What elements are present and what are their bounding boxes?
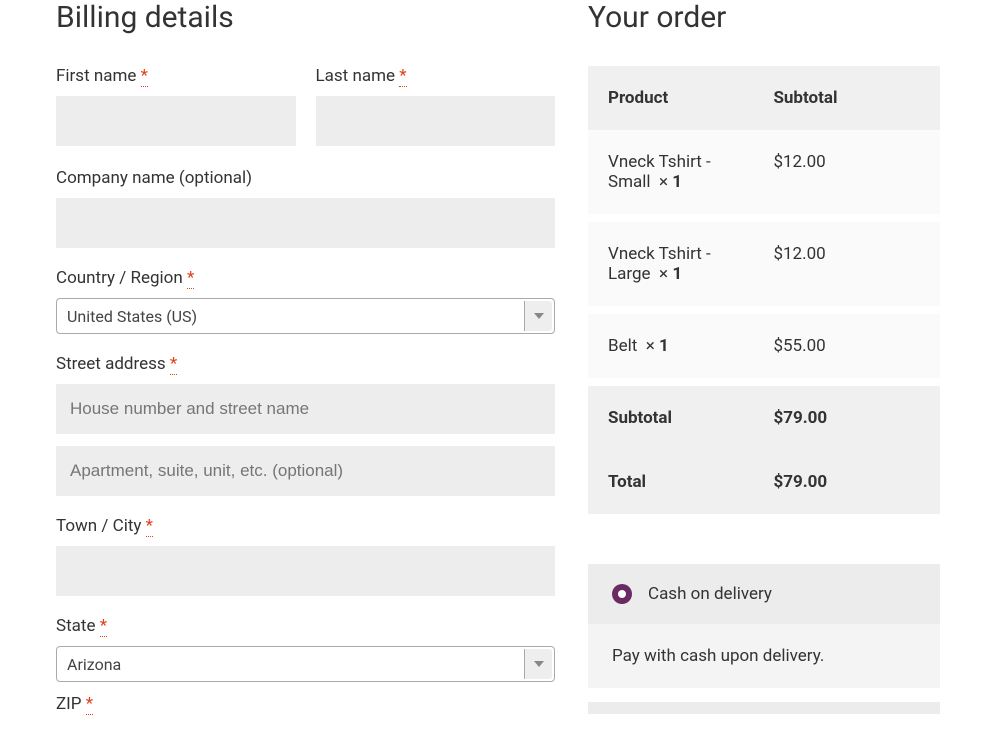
order-row: Belt × 1 $55.00: [588, 310, 940, 382]
last-name-label: Last name *: [316, 66, 556, 86]
total-value: $79.00: [753, 450, 940, 514]
zip-field: ZIP *: [56, 694, 555, 724]
col-product: Product: [588, 66, 753, 130]
subtotal-value: $79.00: [753, 382, 940, 450]
company-label: Company name (optional): [56, 168, 555, 188]
payment-description: Pay with cash upon delivery.: [588, 624, 940, 688]
payment-option-label: Cash on delivery: [648, 584, 772, 604]
required-mark: *: [141, 66, 148, 87]
last-name-field: Last name *: [316, 66, 556, 146]
subtotal-row: Subtotal $79.00: [588, 382, 940, 450]
city-label: Town / City *: [56, 516, 555, 536]
item-price: $12.00: [753, 130, 940, 218]
order-heading: Your order: [588, 0, 940, 36]
state-value: Arizona: [67, 655, 121, 674]
street-label: Street address *: [56, 354, 555, 374]
city-field: Town / City *: [56, 516, 555, 596]
street-input-2[interactable]: [56, 446, 555, 496]
street-field: Street address *: [56, 354, 555, 434]
order-table: Product Subtotal Vneck Tshirt - Small × …: [588, 66, 940, 514]
billing-heading: Billing details: [56, 0, 555, 36]
required-mark: *: [399, 66, 406, 87]
payment-section: Cash on delivery Pay with cash upon deli…: [588, 564, 940, 714]
payment-option-cod[interactable]: Cash on delivery: [588, 564, 940, 624]
first-name-input[interactable]: [56, 96, 296, 146]
total-label: Total: [588, 450, 753, 514]
item-qty: × 1: [655, 172, 682, 192]
total-row: Total $79.00: [588, 450, 940, 514]
required-mark: *: [170, 354, 177, 375]
required-mark: *: [146, 516, 153, 537]
country-field: Country / Region * United States (US): [56, 268, 555, 334]
required-mark: *: [100, 616, 107, 637]
street-input-1[interactable]: [56, 384, 555, 434]
subtotal-label: Subtotal: [588, 382, 753, 450]
state-label: State *: [56, 616, 555, 636]
item-qty: × 1: [642, 336, 669, 356]
zip-label: ZIP *: [56, 694, 555, 714]
country-select[interactable]: United States (US): [56, 298, 555, 334]
item-price: $55.00: [753, 310, 940, 382]
radio-selected-icon: [612, 584, 632, 604]
company-input[interactable]: [56, 198, 555, 248]
order-row: Vneck Tshirt - Small × 1 $12.00: [588, 130, 940, 218]
required-mark: *: [187, 268, 194, 289]
city-input[interactable]: [56, 546, 555, 596]
last-name-input[interactable]: [316, 96, 556, 146]
first-name-label: First name *: [56, 66, 296, 86]
country-label: Country / Region *: [56, 268, 555, 288]
company-field: Company name (optional): [56, 168, 555, 248]
order-row: Vneck Tshirt - Large × 1 $12.00: [588, 218, 940, 310]
first-name-field: First name *: [56, 66, 296, 146]
item-name: Belt: [608, 336, 637, 356]
country-value: United States (US): [67, 307, 197, 326]
required-mark: *: [86, 694, 93, 715]
state-select[interactable]: Arizona: [56, 646, 555, 682]
state-field: State * Arizona: [56, 616, 555, 682]
col-subtotal: Subtotal: [753, 66, 940, 130]
chevron-down-icon: [524, 649, 552, 679]
item-price: $12.00: [753, 218, 940, 310]
payment-footer: [588, 702, 940, 714]
chevron-down-icon: [524, 301, 552, 331]
item-qty: × 1: [655, 264, 682, 284]
